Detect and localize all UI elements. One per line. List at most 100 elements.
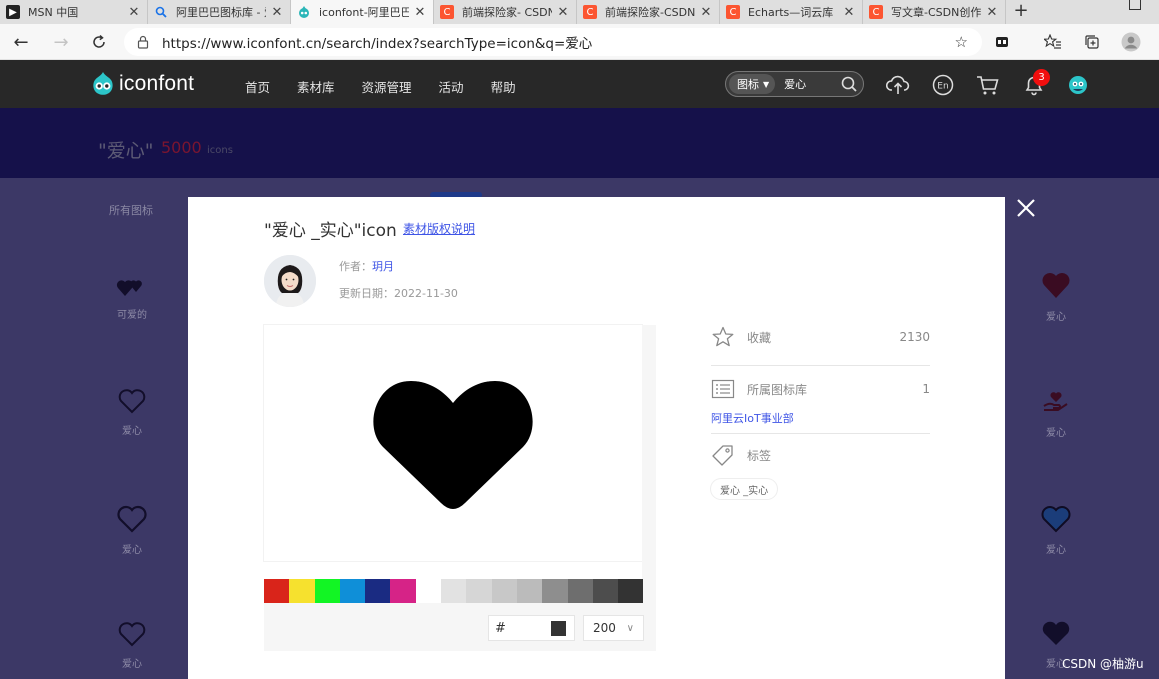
current-color-swatch[interactable] [551, 620, 566, 636]
tab-csdn-1[interactable]: C 前端探险家- CSDN博客 ✕ [434, 0, 577, 24]
language-en-icon[interactable]: En [931, 73, 955, 97]
color-swatch[interactable] [466, 579, 492, 603]
color-swatch[interactable] [542, 579, 568, 603]
close-icon[interactable]: ✕ [699, 5, 713, 20]
heart-filled-icon [1042, 621, 1070, 645]
tab-csdn-2[interactable]: C 前端探险家-CSDN博客 ✕ [577, 0, 720, 24]
tab-csdn-write[interactable]: C 写文章-CSDN创作中心 ✕ [863, 0, 1006, 24]
result-icon-card[interactable]: 可爱的 [97, 276, 167, 321]
tab-title: MSN 中国 [28, 6, 79, 19]
result-icon-card[interactable]: 爱心 [97, 388, 167, 437]
result-icon-card[interactable]: 爱心 [1021, 505, 1091, 556]
color-swatch[interactable] [618, 579, 644, 603]
close-icon[interactable]: ✕ [413, 5, 427, 20]
refresh-icon [93, 34, 105, 48]
search-type-label: 图标 [737, 78, 759, 91]
color-swatch[interactable] [289, 579, 315, 603]
csdn-icon: C [726, 5, 740, 19]
tab-title: 阿里巴巴图标库 - 爱心 [176, 6, 266, 19]
color-swatch[interactable] [592, 579, 619, 603]
search-query-title: "爱心" [98, 140, 154, 162]
result-icon-card[interactable]: 爱心 [97, 505, 167, 556]
color-swatch[interactable] [441, 579, 467, 603]
result-icon-card[interactable]: 爱心 [1021, 272, 1091, 323]
search-result-banner: "爱心" 5000 icons [0, 108, 1159, 178]
forward-button[interactable]: → [48, 30, 74, 54]
tab-msn[interactable]: ▶ MSN 中国 ✕ [0, 0, 148, 24]
window-restore-icon[interactable] [1129, 0, 1141, 10]
close-icon[interactable]: ✕ [127, 5, 141, 20]
iconfont-icon [297, 5, 311, 19]
close-icon[interactable]: ✕ [270, 5, 284, 20]
tab-iconfont[interactable]: iconfont-阿里巴巴矢量图标库 ✕ [291, 0, 434, 24]
result-icon-card[interactable]: 爱心 [1021, 388, 1091, 439]
tab-title: 写文章-CSDN创作中心 [891, 6, 981, 19]
favorites-icon[interactable] [1043, 32, 1063, 52]
extension-icon[interactable] [992, 32, 1012, 52]
new-tab-button[interactable]: + [1011, 0, 1031, 24]
notification-badge: 3 [1033, 69, 1050, 86]
watermark: CSDN @柚游u [1062, 657, 1144, 671]
hex-color-input[interactable]: # [488, 615, 575, 641]
author-row: 作者：玥月 [339, 258, 394, 274]
size-select[interactable]: 200 ∨ [583, 615, 644, 641]
nav-resources[interactable]: 资源管理 [362, 77, 412, 96]
update-date-row: 更新日期：2022-11-30 [339, 285, 458, 301]
result-icon-card[interactable]: 爱心 [97, 621, 167, 670]
search-type-select[interactable]: 图标 ▼ [729, 74, 776, 94]
result-icon-label: 爱心 [1046, 428, 1066, 439]
search-icon[interactable] [839, 74, 859, 94]
color-swatch[interactable] [314, 579, 340, 603]
back-button[interactable]: ← [8, 30, 34, 54]
collections-icon[interactable] [1082, 32, 1102, 52]
color-swatch[interactable] [365, 579, 391, 603]
tab-title: 前端探险家- CSDN博客 [462, 6, 552, 19]
hand-heart-icon [1043, 392, 1068, 411]
filter-all-icons[interactable]: 所有图标 [109, 202, 153, 218]
license-link[interactable]: 素材版权说明 [403, 220, 475, 237]
color-swatch[interactable] [264, 579, 290, 603]
color-swatch[interactable] [516, 579, 543, 603]
color-swatch[interactable] [491, 579, 517, 603]
author-name[interactable]: 玥月 [372, 260, 394, 273]
tag-chip[interactable]: 爱心 _实心 [711, 479, 778, 499]
favorites-row[interactable]: 收藏 2130 [711, 322, 930, 352]
close-modal-icon[interactable] [1014, 196, 1038, 220]
close-icon[interactable]: ✕ [556, 5, 570, 20]
nav-home[interactable]: 首页 [245, 77, 270, 96]
nav-help[interactable]: 帮助 [491, 77, 516, 96]
favorites-label: 收藏 [747, 330, 772, 345]
profile-avatar-icon[interactable] [1121, 32, 1141, 52]
search-input[interactable]: 爱心 [784, 76, 839, 92]
color-swatch[interactable] [567, 579, 593, 603]
color-swatch[interactable] [339, 579, 366, 603]
author-portrait-icon [264, 255, 316, 307]
icon-preview [264, 325, 642, 561]
tab-alibaba-search[interactable]: 阿里巴巴图标库 - 爱心 ✕ [148, 0, 291, 24]
color-swatch[interactable] [390, 579, 416, 603]
result-icon-label: 爱心 [122, 545, 142, 556]
library-link[interactable]: 阿里云IoT事业部 [711, 410, 794, 426]
nav-library[interactable]: 素材库 [297, 77, 335, 96]
iconfont-logo-icon [93, 72, 113, 95]
result-icon-label: 可爱的 [117, 310, 147, 321]
address-toolbar: ← → https://www.iconfont.cn/search/index… [0, 24, 1159, 60]
favorites-count: 2130 [899, 330, 930, 344]
nav-events[interactable]: 活动 [439, 77, 464, 96]
hex-prefix: # [495, 620, 506, 636]
author-label: 作者： [339, 260, 372, 273]
author-avatar[interactable] [264, 255, 316, 307]
user-avatar[interactable] [1066, 73, 1090, 97]
cart-icon[interactable] [976, 73, 1000, 97]
close-icon[interactable]: ✕ [842, 5, 856, 20]
bookmark-star-icon[interactable]: ☆ [955, 33, 968, 51]
upload-icon[interactable] [886, 73, 910, 97]
refresh-button[interactable] [86, 30, 112, 54]
tab-echarts[interactable]: C Echarts—词云库（wordcloud） ✕ [720, 0, 863, 24]
tab-title: 前端探险家-CSDN博客 [605, 6, 695, 19]
icon-title: "爱心 _实心"icon [264, 221, 397, 241]
close-icon[interactable]: ✕ [985, 5, 999, 20]
color-swatch[interactable] [415, 579, 442, 603]
url-bar[interactable]: https://www.iconfont.cn/search/index?sea… [124, 28, 982, 56]
iconfont-logo[interactable]: iconfont [90, 71, 194, 97]
